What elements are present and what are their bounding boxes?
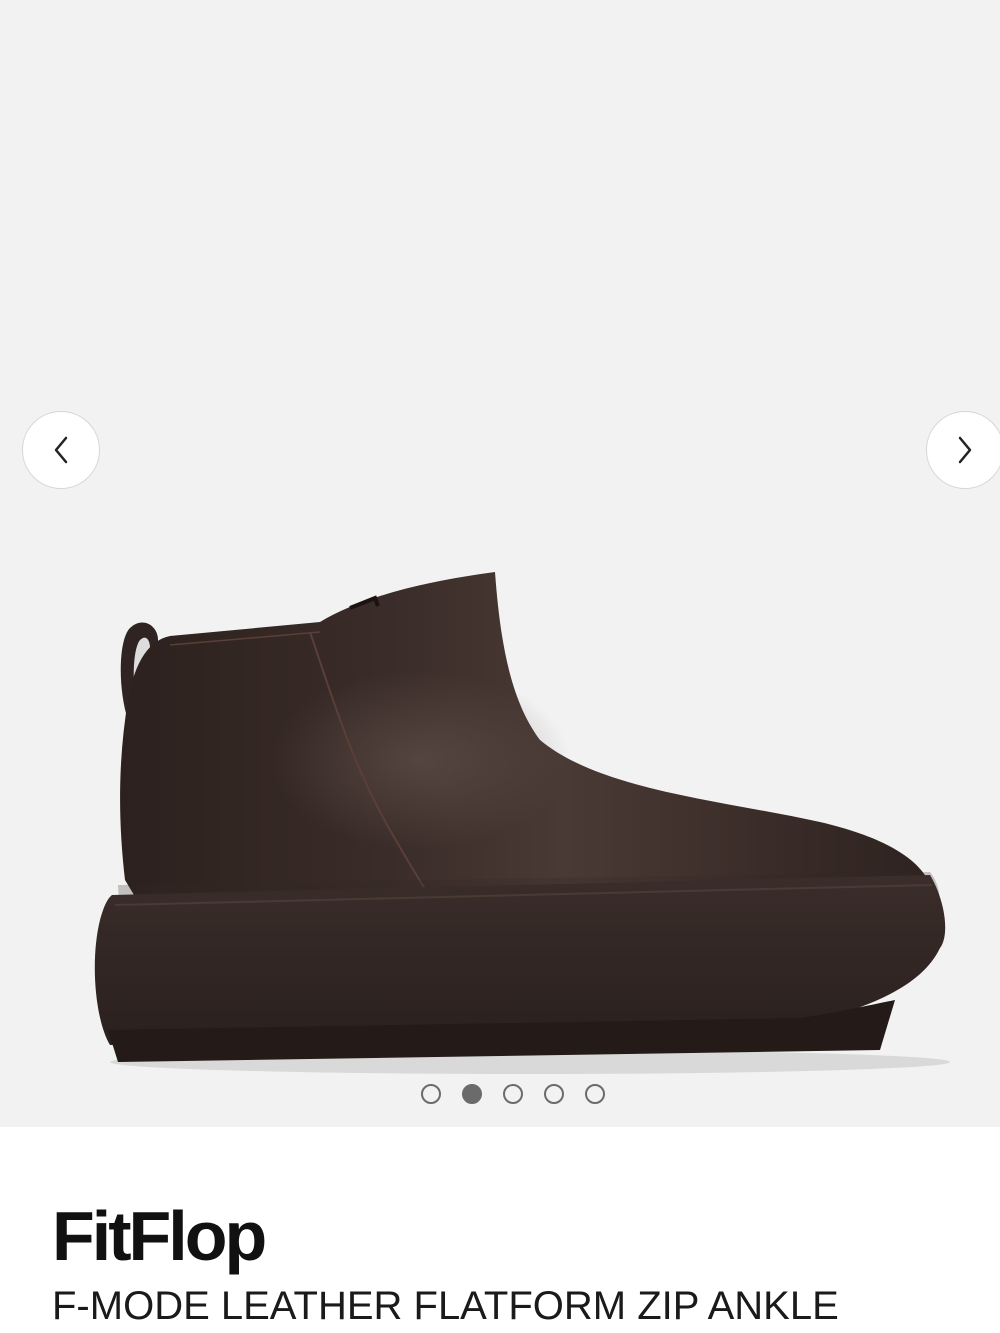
- chevron-left-icon: [54, 436, 68, 464]
- product-image: [94, 572, 950, 1074]
- product-title: F-MODE LEATHER FLATFORM ZIP ANKLE: [52, 1284, 839, 1328]
- carousel-dot-3[interactable]: [503, 1084, 523, 1104]
- previous-image-button[interactable]: [22, 411, 100, 489]
- next-image-button[interactable]: [926, 411, 1000, 489]
- carousel-dot-1[interactable]: [421, 1084, 441, 1104]
- chevron-right-icon: [958, 436, 972, 464]
- carousel-dot-2[interactable]: [462, 1084, 482, 1104]
- carousel-pagination: [0, 1083, 1000, 1105]
- carousel-dot-5[interactable]: [585, 1084, 605, 1104]
- carousel-dot-4[interactable]: [544, 1084, 564, 1104]
- brand-name[interactable]: FitFlop: [52, 1201, 267, 1271]
- product-image-gallery[interactable]: [0, 0, 1000, 1127]
- product-info: FitFlop F-MODE LEATHER FLATFORM ZIP ANKL…: [0, 1127, 1000, 1333]
